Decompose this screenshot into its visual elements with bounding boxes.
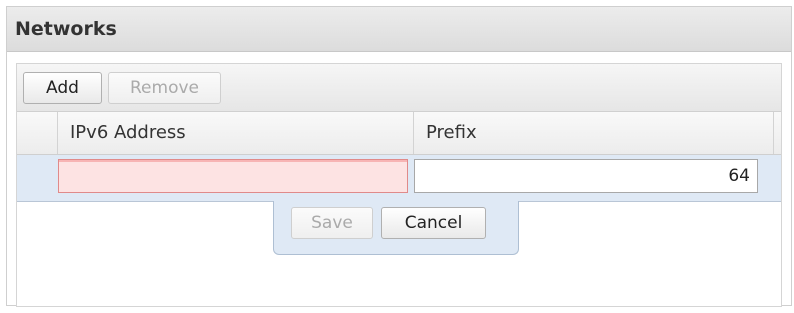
- column-header-ipv6-address[interactable]: IPv6 Address: [58, 112, 414, 154]
- save-button[interactable]: Save: [291, 207, 373, 239]
- networks-panel: Networks Add Remove IPv6 Address Prefix …: [6, 6, 792, 307]
- remove-button[interactable]: Remove: [108, 72, 221, 104]
- add-button[interactable]: Add: [23, 72, 102, 104]
- networks-grid: Add Remove IPv6 Address Prefix Save Canc…: [16, 63, 782, 307]
- column-header-prefix[interactable]: Prefix: [414, 112, 774, 154]
- prefix-input[interactable]: [414, 159, 758, 193]
- grid-header-row: IPv6 Address Prefix: [17, 112, 781, 155]
- cancel-button[interactable]: Cancel: [381, 207, 486, 239]
- column-header-rownumber: [17, 112, 58, 154]
- ipv6-address-input[interactable]: [58, 159, 408, 193]
- editing-row: [17, 155, 781, 202]
- row-editor-buttons: Save Cancel: [273, 201, 519, 255]
- panel-header: Networks: [7, 7, 791, 52]
- grid-toolbar: Add Remove: [17, 64, 781, 112]
- panel-title: Networks: [15, 18, 117, 40]
